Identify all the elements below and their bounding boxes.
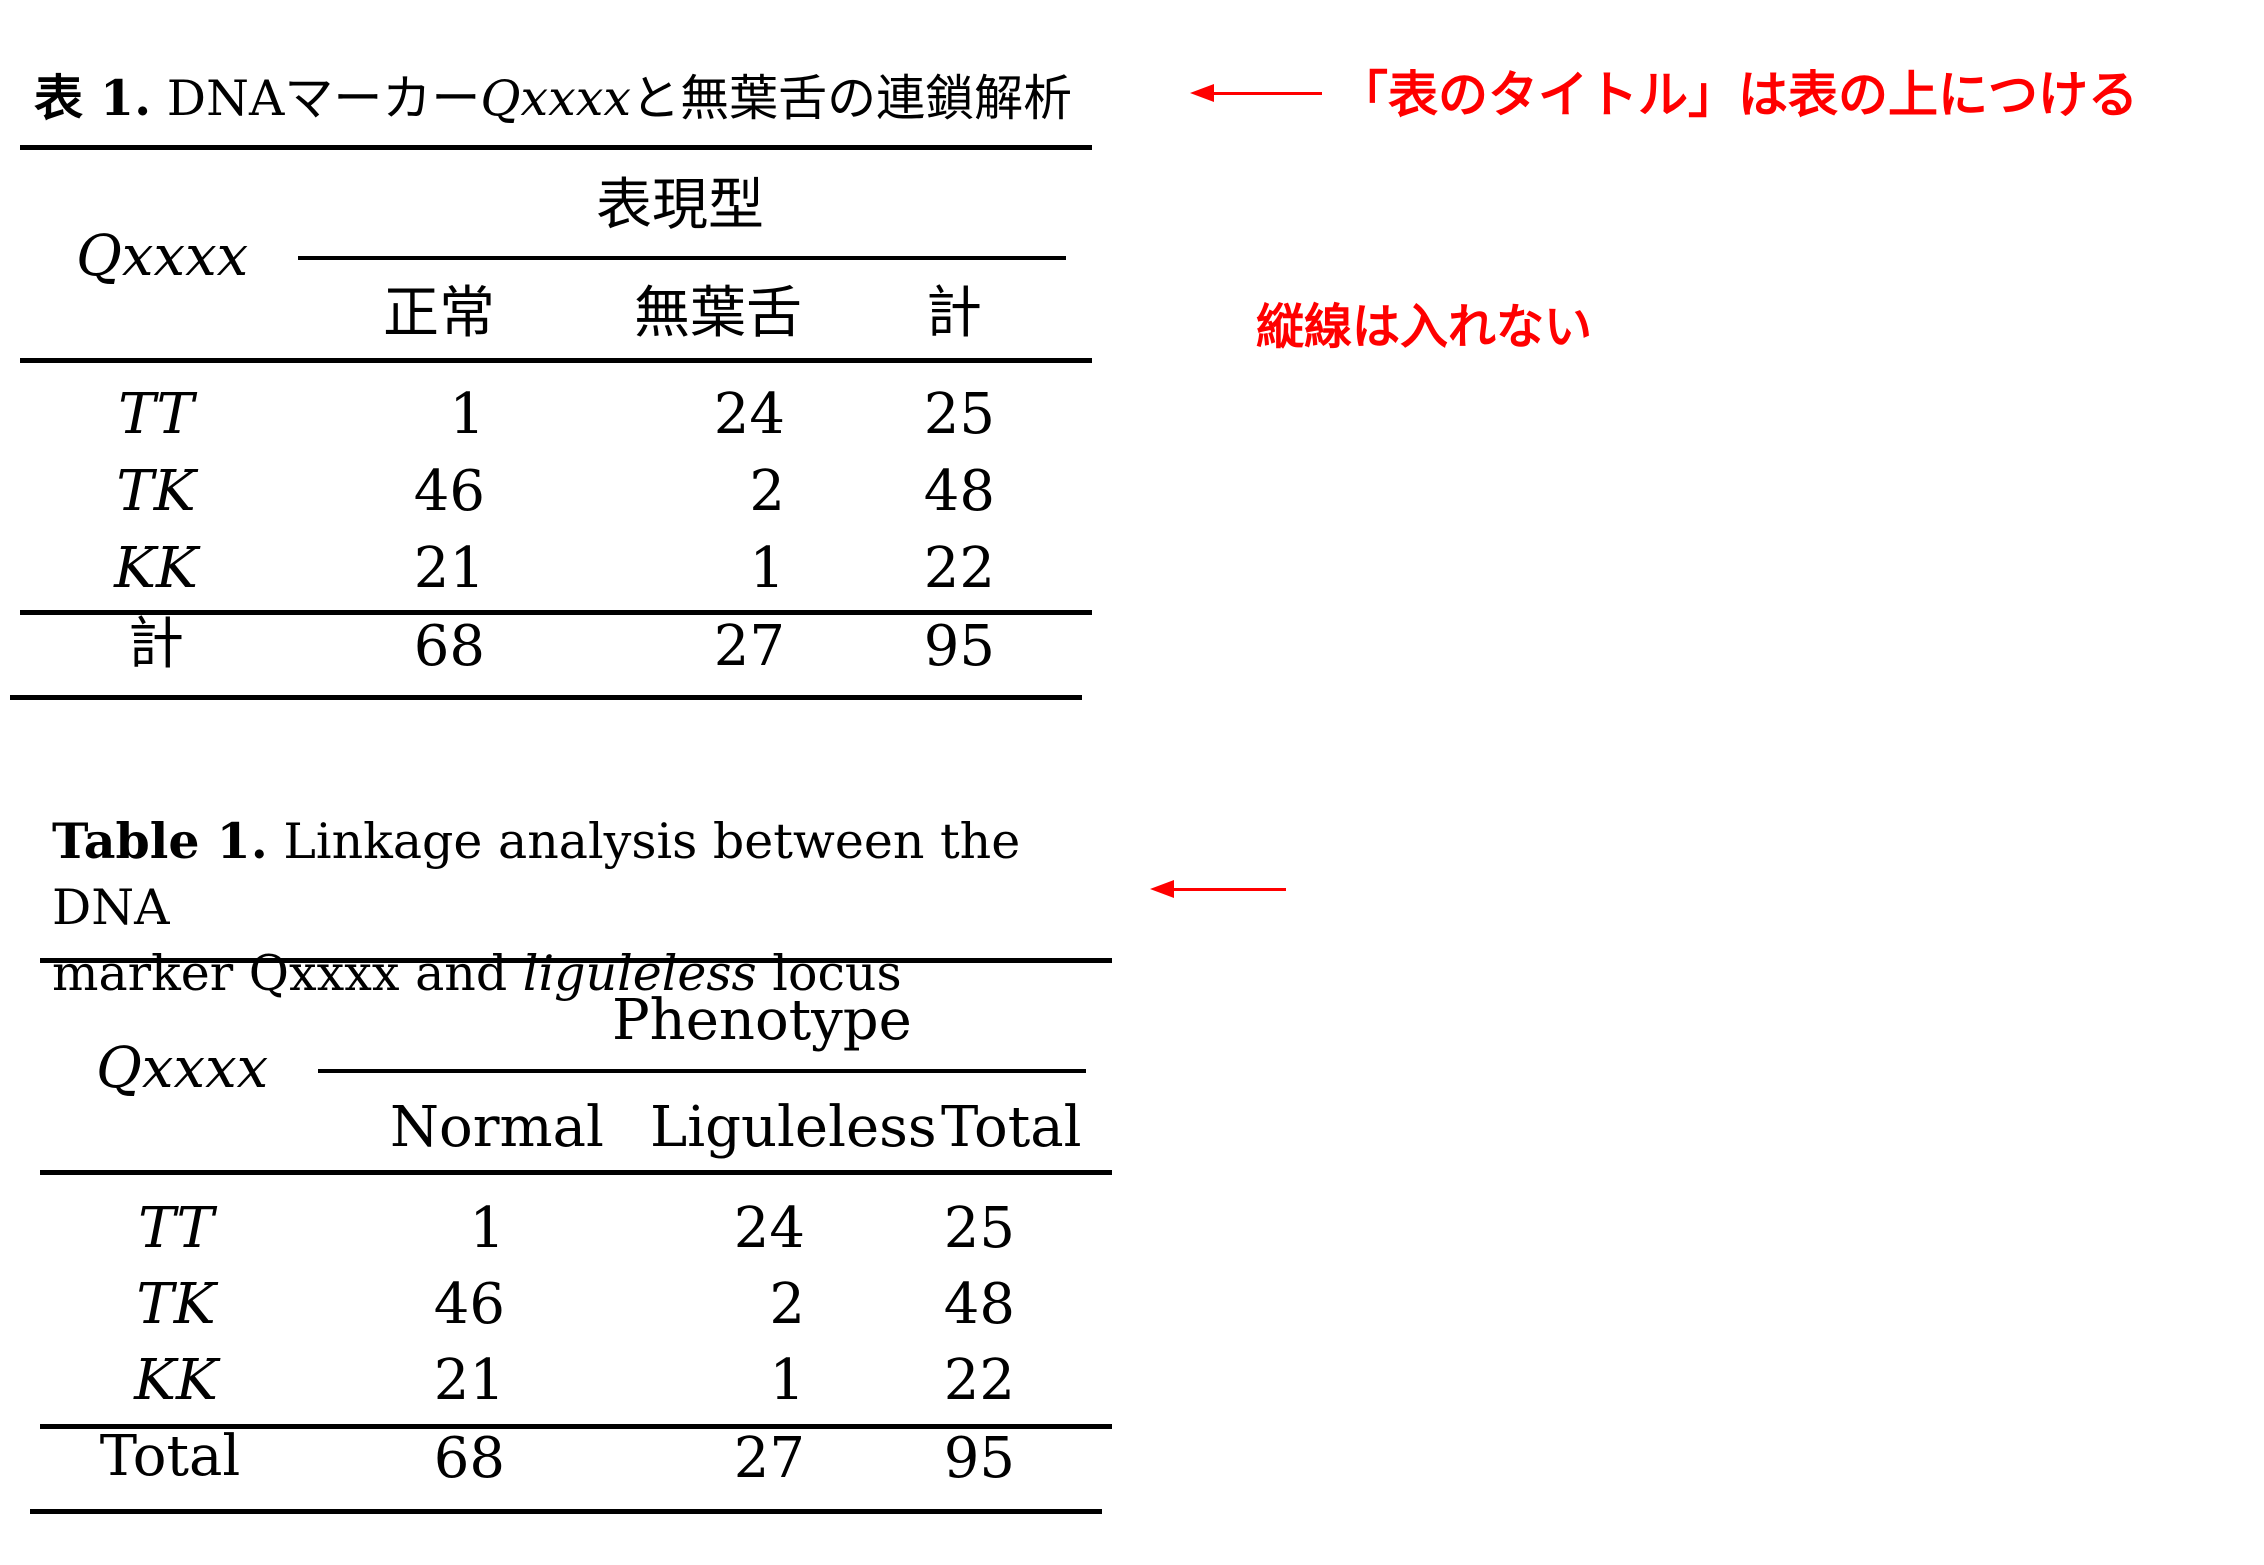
en-cell-normal: 46 <box>433 1272 505 1337</box>
ja-cell-liguleless: 1 <box>749 536 785 601</box>
en-cell-normal: 1 <box>469 1196 505 1261</box>
en-cell-liguleless: 2 <box>769 1272 805 1337</box>
ja-caption-number: 表 1. <box>34 69 152 127</box>
en-caption-number: Table 1. <box>52 812 268 870</box>
ja-phenotype-header: 表現型 <box>596 173 764 238</box>
en-total-label: Total <box>99 1424 241 1489</box>
en-marker-header: Qxxxx <box>96 1036 269 1101</box>
ja-total-total: 95 <box>923 614 995 679</box>
ja-top-rule <box>20 145 1092 150</box>
en-header-rule <box>40 1170 1112 1175</box>
ja-cell-normal: 21 <box>413 536 485 601</box>
ja-caption-text-pre: DNAマーカー <box>166 70 481 127</box>
en-col-total: Total <box>941 1095 1082 1160</box>
ja-table-caption: 表 1. DNAマーカーQxxxxと無葉舌の連鎖解析 <box>34 74 1072 124</box>
en-table-caption: Table 1. Linkage analysis between the DN… <box>52 808 1112 1007</box>
en-cell-total: 22 <box>943 1348 1015 1413</box>
ja-total-label: 計 <box>128 612 184 677</box>
ja-cell-total: 22 <box>923 536 995 601</box>
en-top-rule <box>40 958 1112 963</box>
left-arrow-icon <box>1150 880 1286 898</box>
ja-phenotype-rule <box>298 256 1066 260</box>
ja-cell-liguleless: 24 <box>713 382 785 447</box>
en-row-label: KK <box>134 1348 218 1413</box>
en-row-label: TT <box>138 1196 214 1261</box>
en-col-normal: Normal <box>390 1095 604 1160</box>
en-cell-total: 25 <box>943 1196 1015 1261</box>
ja-caption-text-post: と無葉舌の連鎖解析 <box>631 70 1073 127</box>
ja-total-liguleless: 27 <box>713 614 785 679</box>
en-col-liguleless: Liguleless <box>650 1095 937 1160</box>
en-total-liguleless: 27 <box>733 1426 805 1491</box>
ja-cell-normal: 46 <box>413 459 485 524</box>
ja-cell-total: 25 <box>923 382 995 447</box>
ja-caption-marker: Qxxxx <box>480 70 632 127</box>
en-cell-liguleless: 24 <box>733 1196 805 1261</box>
title-position-note: 「表のタイトル」は表の上につける <box>1338 66 2138 124</box>
ja-row-label: KK <box>114 536 198 601</box>
ja-row-label: TK <box>116 459 196 524</box>
en-cell-total: 48 <box>943 1272 1015 1337</box>
en-cell-liguleless: 1 <box>769 1348 805 1413</box>
en-phenotype-header: Phenotype <box>612 988 912 1053</box>
ja-bottom-rule <box>10 695 1082 700</box>
no-vertical-lines-note: 縦線は入れない <box>1256 299 1593 355</box>
en-bottom-rule <box>30 1509 1102 1514</box>
ja-cell-normal: 1 <box>449 382 485 447</box>
ja-marker-header: Qxxxx <box>76 224 249 289</box>
en-cell-normal: 21 <box>433 1348 505 1413</box>
ja-header-rule <box>20 358 1092 363</box>
ja-cell-liguleless: 2 <box>749 459 785 524</box>
ja-row-label: TT <box>118 382 194 447</box>
en-total-total: 95 <box>943 1426 1015 1491</box>
en-row-label: TK <box>136 1272 216 1337</box>
ja-total-normal: 68 <box>413 614 485 679</box>
ja-cell-total: 48 <box>923 459 995 524</box>
en-total-normal: 68 <box>433 1426 505 1491</box>
ja-col-total: 計 <box>926 281 982 346</box>
ja-col-liguleless: 無葉舌 <box>634 281 802 346</box>
left-arrow-icon <box>1190 84 1322 102</box>
en-phenotype-rule <box>318 1069 1086 1073</box>
en-caption-line2-pre: marker Qxxxx and <box>52 945 508 1002</box>
ja-col-normal: 正常 <box>383 281 495 346</box>
